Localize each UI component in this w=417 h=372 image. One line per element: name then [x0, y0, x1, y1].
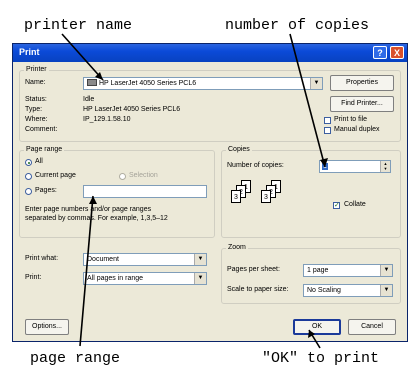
current-page-radio[interactable] [25, 173, 32, 180]
scale-to-paper-label: Scale to paper size: [227, 286, 289, 293]
collate-page-icon: 3 [231, 190, 241, 203]
annotation-page-range: page range [30, 350, 121, 367]
print-dialog: Print ? X Printer Name: HP LaserJet 4050… [12, 43, 408, 342]
dialog-title: Print [19, 47, 40, 57]
number-of-copies-value: 1 [322, 163, 328, 170]
spin-up-down-icon[interactable]: ▲ ▼ [380, 161, 390, 172]
printer-name-label: Name: [25, 79, 46, 86]
annotation-number-of-copies: number of copies [225, 17, 370, 34]
ok-button[interactable]: OK [293, 319, 341, 335]
copies-group-label: Copies [226, 146, 252, 153]
pages-per-sheet-value: 1 page [307, 267, 329, 274]
selection-label: Selection [129, 172, 158, 179]
chevron-down-icon: ▼ [194, 273, 206, 284]
status-value: Idle [83, 96, 95, 103]
where-label: Where: [25, 116, 48, 123]
pages-per-sheet-select[interactable]: 1 page ▼ [303, 264, 393, 277]
zoom-group-label: Zoom [226, 244, 248, 251]
printer-name-value: HP LaserJet 4050 Series PCL6 [99, 80, 197, 87]
find-printer-button[interactable]: Find Printer... [330, 96, 394, 112]
all-pages-radio[interactable] [25, 159, 32, 166]
selection-radio[interactable] [119, 173, 126, 180]
collate-checkbox[interactable]: ✓ [333, 202, 340, 209]
collate-page-icon: 3 [261, 190, 271, 203]
page-range-help-line1: Enter page numbers and/or page ranges [25, 206, 152, 213]
close-button[interactable]: X [390, 46, 404, 59]
number-of-copies-input[interactable]: 1 ▲ ▼ [319, 160, 391, 173]
print-label: Print: [25, 274, 42, 281]
manual-duplex-checkbox[interactable] [324, 127, 331, 134]
options-button[interactable]: Options... [25, 319, 69, 335]
number-of-copies-label: Number of copies: [227, 162, 284, 169]
annotation-ok-to-print: "OK" to print [262, 350, 380, 367]
pages-radio[interactable] [25, 188, 32, 195]
scale-to-paper-select[interactable]: No Scaling ▼ [303, 284, 393, 297]
chevron-down-icon: ▼ [380, 285, 392, 296]
type-value: HP LaserJet 4050 Series PCL6 [83, 106, 181, 113]
page-range-help-line2: separated by commas. For example, 1,3,5–… [25, 215, 168, 222]
print-value: All pages in range [87, 275, 144, 282]
help-button[interactable]: ? [373, 46, 387, 59]
chevron-down-icon: ▼ [194, 254, 206, 265]
all-pages-label: All [35, 158, 43, 165]
collate-label: Collate [344, 201, 366, 208]
manual-duplex-label: Manual duplex [334, 126, 380, 133]
print-to-file-label: Print to file [334, 116, 368, 123]
cancel-button[interactable]: Cancel [348, 319, 396, 335]
print-what-label: Print what: [25, 255, 59, 262]
properties-button[interactable]: Properties [330, 75, 394, 91]
annotation-printer-name: printer name [24, 17, 133, 34]
where-value: IP_129.1.58.10 [83, 116, 131, 123]
print-select[interactable]: All pages in range ▼ [83, 272, 207, 285]
chevron-down-icon: ▼ [310, 78, 322, 89]
chevron-down-icon: ▼ [380, 265, 392, 276]
scale-to-paper-value: No Scaling [307, 287, 341, 294]
status-label: Status: [25, 96, 47, 103]
printer-name-select[interactable]: HP LaserJet 4050 Series PCL6 ▼ [83, 77, 323, 90]
comment-label: Comment: [25, 126, 58, 133]
pages-input[interactable] [83, 185, 207, 198]
current-page-label: Current page [35, 172, 76, 179]
printer-icon [87, 79, 97, 86]
title-bar: Print ? X [13, 44, 407, 62]
printer-group-label: Printer [24, 66, 49, 73]
print-what-value: Document [87, 256, 119, 263]
print-to-file-checkbox[interactable] [324, 117, 331, 124]
page-range-group-label: Page range [24, 146, 65, 153]
collate-icon: 1 2 3 1 2 3 [229, 180, 289, 228]
pages-label: Pages: [35, 187, 57, 194]
type-label: Type: [25, 106, 43, 113]
pages-per-sheet-label: Pages per sheet: [227, 266, 280, 273]
print-what-select[interactable]: Document ▼ [83, 253, 207, 266]
